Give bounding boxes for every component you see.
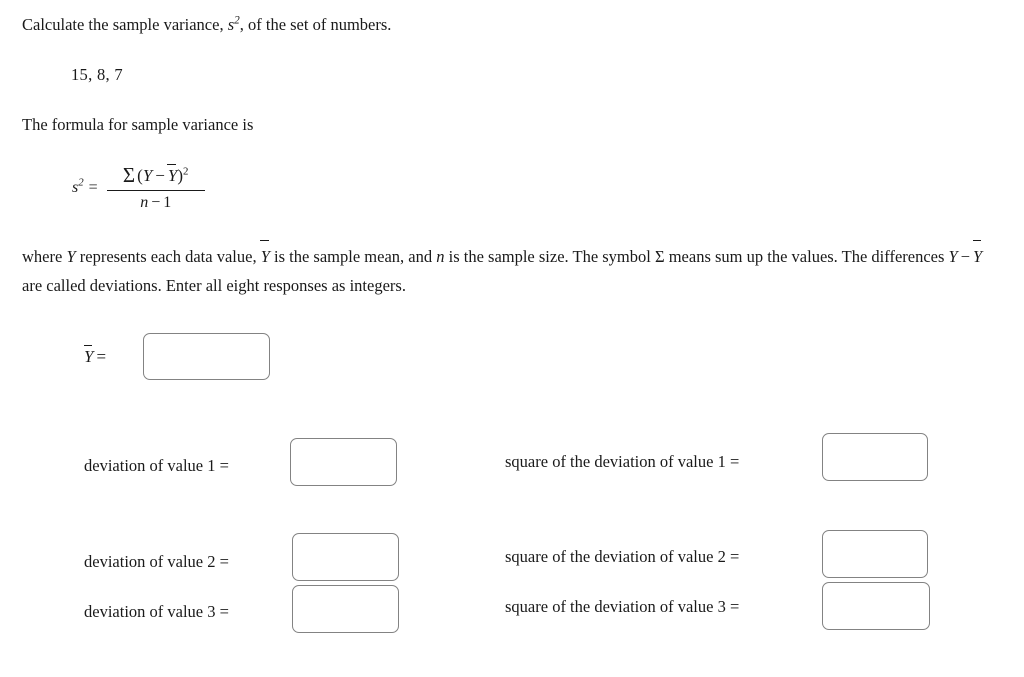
formula-intro-text: The formula for sample variance is	[22, 115, 254, 134]
explanation-sigma-icon: Σ	[654, 247, 665, 266]
problem-prompt: Calculate the sample variance, s2, of th…	[22, 14, 391, 36]
explanation-paragraph: where Y represents each data value, Y is…	[22, 240, 990, 300]
square-deviation-3-label: square of the deviation of value 3 =	[505, 597, 740, 616]
square-deviation-3-input[interactable]	[822, 582, 930, 630]
deviation-3-input[interactable]	[292, 585, 399, 633]
denominator-minus: −	[151, 194, 161, 212]
formula-lhs-exponent: 2	[78, 176, 84, 189]
formula-numerator: Σ (Y − Y)2	[119, 163, 193, 190]
deviation-2-label: deviation of value 2 =	[84, 552, 229, 571]
sample-mean-symbol: Y	[83, 345, 94, 366]
deviation-1-input[interactable]	[290, 438, 397, 486]
square-deviation-1-input[interactable]	[822, 433, 928, 481]
sample-mean-input[interactable]	[143, 333, 270, 380]
numerator-mean-symbol: Y	[167, 164, 178, 185]
prompt-text-before: Calculate the sample variance,	[22, 15, 228, 34]
numerator-variable: Y	[142, 166, 153, 185]
explanation-part-2: represents each data value,	[75, 247, 261, 266]
explanation-part-3: is the sample mean, and	[269, 247, 437, 266]
explanation-part-6: are called deviations. Enter all eight r…	[22, 276, 406, 295]
prompt-text-after: , of the set of numbers.	[239, 15, 392, 34]
square-deviation-1-label: square of the deviation of value 1 =	[505, 452, 740, 471]
formula-fraction: Σ (Y − Y)2 n −1	[106, 163, 205, 212]
explanation-diff-mean: Y	[972, 240, 982, 271]
denominator-n: n	[140, 194, 149, 212]
deviation-1-label: deviation of value 1 =	[84, 456, 229, 475]
explanation-part-5: means sum up the values. The differences	[664, 247, 949, 266]
deviation-2-input[interactable]	[292, 533, 399, 581]
deviation-3-label: deviation of value 3 =	[84, 602, 229, 621]
explanation-part-4: is the sample size. The symbol	[444, 247, 655, 266]
numerator-exponent: 2	[183, 165, 189, 178]
denominator-one: 1	[163, 194, 172, 212]
explanation-variable-y: Y	[66, 247, 76, 266]
explanation-mean-symbol: Y	[260, 240, 270, 271]
square-deviation-2-input[interactable]	[822, 530, 928, 578]
data-set-values: 15, 8, 7	[71, 65, 123, 84]
sample-mean-equals: =	[96, 347, 107, 366]
numerator-minus: −	[155, 166, 165, 185]
sample-mean-label: Y =	[83, 345, 109, 367]
formula-lhs: s2	[72, 176, 86, 197]
explanation-diff-y: Y	[948, 247, 958, 266]
square-deviation-2-label: square of the deviation of value 2 =	[505, 547, 740, 566]
sample-variance-formula: s2 = Σ (Y − Y)2 n −1	[72, 163, 205, 212]
explanation-diff-minus: −	[960, 247, 971, 266]
explanation-part-1: where	[22, 247, 67, 266]
formula-denominator: n −1	[136, 191, 175, 212]
formula-equals: =	[88, 178, 98, 196]
sigma-icon: Σ	[122, 163, 136, 187]
